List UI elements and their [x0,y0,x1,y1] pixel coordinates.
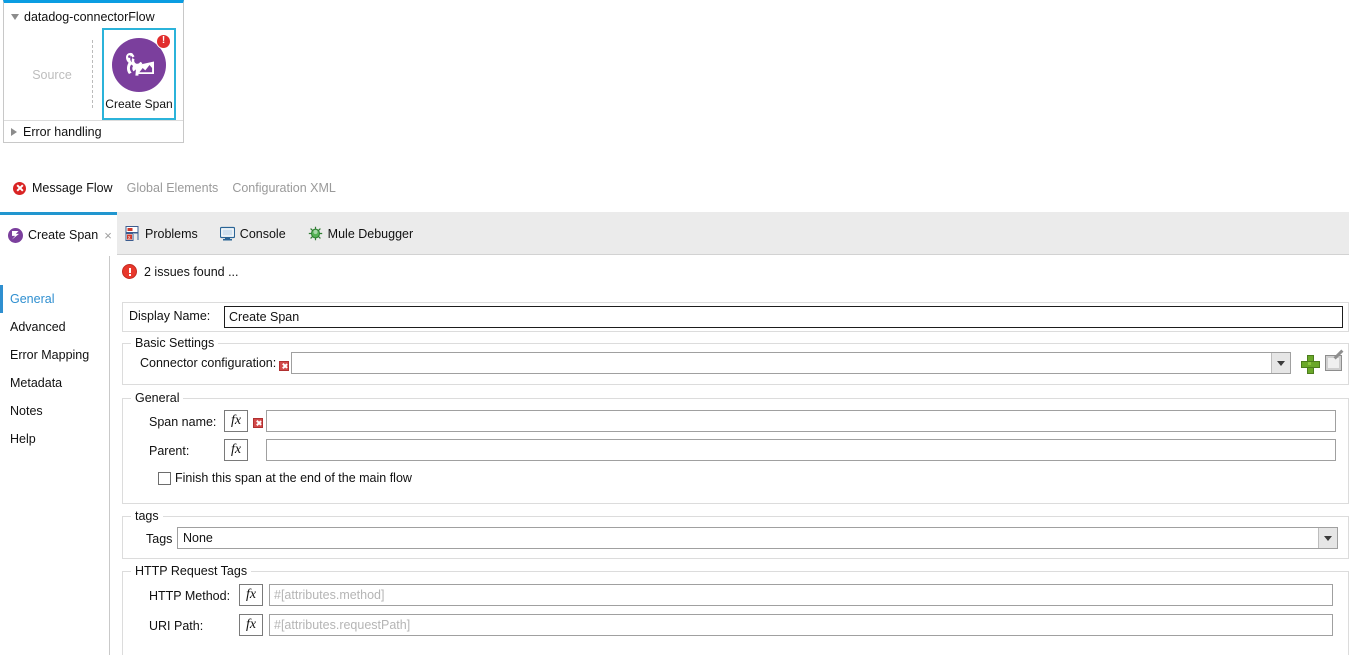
span-name-label: Span name: [149,415,217,429]
view-tab-bar: Create Span × x Problems Console Mule De… [0,212,1349,255]
error-x-icon [13,181,26,195]
mule-connector-icon [8,227,23,243]
chevron-right-icon[interactable] [11,127,17,136]
tab-console-label: Console [239,226,286,241]
source-placeholder[interactable]: Source [12,30,92,120]
basic-settings-legend: Basic Settings [131,336,219,350]
general-legend: General [131,391,184,405]
issues-banner[interactable]: 2 issues found ... [122,264,239,279]
tab-console[interactable]: Console [219,226,286,241]
flow-canvas: datadog-connectorFlow Source ! Create Sp… [0,0,1349,170]
display-name-group: Display Name: [122,302,1349,332]
tab-problems[interactable]: x Problems [125,226,198,241]
uri-path-fx-button[interactable]: fx [239,614,263,636]
general-group: General Span name: fx Parent: fx Finish … [122,391,1349,504]
display-name-input[interactable] [224,306,1343,328]
chevron-down-icon[interactable] [1271,353,1290,373]
connector-configuration-combo[interactable] [291,352,1291,374]
processor-label: Create Span [105,97,173,111]
tags-value: None [183,531,213,545]
flow-divider [92,40,93,108]
error-handling-label: Error handling [23,124,102,139]
tags-label: Tags [146,532,173,546]
span-name-error-icon [253,418,263,428]
close-icon[interactable]: × [104,229,112,242]
flow-header[interactable]: datadog-connectorFlow [4,6,183,28]
uri-path-input[interactable] [269,614,1333,636]
nav-item-error-mapping-label: Error Mapping [10,348,90,362]
properties-nav: General Advanced Error Mapping Metadata … [0,256,110,655]
tab-create-span[interactable]: Create Span × [0,212,117,255]
tags-legend: tags [131,509,163,523]
nav-item-advanced[interactable]: Advanced [0,313,109,341]
error-icon [122,264,137,279]
nav-item-help-label: Help [10,432,36,446]
processor-create-span[interactable]: ! Create Span [102,28,176,120]
tab-mule-debugger[interactable]: Mule Debugger [308,226,413,241]
http-request-tags-group: HTTP Request Tags HTTP Method: fx URI Pa… [122,564,1349,655]
nav-item-error-mapping[interactable]: Error Mapping [0,341,109,369]
chevron-down-icon[interactable] [11,14,19,20]
editor-tab-bar: Message Flow Global Elements Configurati… [0,176,1349,200]
tab-configuration-xml[interactable]: Configuration XML [225,177,343,199]
flow-container[interactable]: datadog-connectorFlow Source ! Create Sp… [3,0,184,143]
tab-create-span-label: Create Span [28,228,99,242]
tags-combo[interactable]: None [177,527,1338,549]
tags-group: tags Tags None [122,509,1349,559]
tab-global-elements[interactable]: Global Elements [120,177,226,199]
parent-label: Parent: [149,444,190,458]
http-method-label: HTTP Method: [149,589,231,603]
view-tabs-group: x Problems Console Mule Debugger [125,212,413,255]
span-name-input[interactable] [266,410,1336,432]
console-icon [219,226,235,241]
nav-item-metadata[interactable]: Metadata [0,369,109,397]
nav-item-help[interactable]: Help [0,425,109,453]
connector-configuration-error-icon [279,361,289,371]
finish-span-checkbox[interactable] [158,472,171,485]
nav-item-general[interactable]: General [0,285,109,313]
basic-settings-group: Basic Settings Connector configuration: [122,336,1349,385]
flow-body: Source ! Create Span [4,28,183,123]
http-request-tags-legend: HTTP Request Tags [131,564,252,578]
flow-name-label: datadog-connectorFlow [24,10,155,24]
nav-item-general-label: General [10,292,55,306]
span-name-fx-button[interactable]: fx [224,410,248,432]
error-handling-section[interactable]: Error handling [4,120,183,142]
nav-item-advanced-label: Advanced [10,320,66,334]
tab-message-flow-label: Message Flow [32,181,113,195]
issues-text: 2 issues found ... [144,264,239,279]
nav-item-metadata-label: Metadata [10,376,63,390]
parent-input[interactable] [266,439,1336,461]
add-config-button[interactable] [1301,355,1320,374]
problems-icon: x [125,226,140,241]
connector-configuration-label: Connector configuration: [140,356,277,370]
properties-panel: 2 issues found ... Display Name: Basic S… [111,256,1349,655]
processor-error-badge: ! [156,34,171,49]
http-method-fx-button[interactable]: fx [239,584,263,606]
parent-fx-button[interactable]: fx [224,439,248,461]
tab-configuration-xml-label: Configuration XML [232,181,336,195]
http-method-input[interactable] [269,584,1333,606]
tab-mule-debugger-label: Mule Debugger [327,226,414,241]
edit-config-button[interactable] [1325,355,1342,371]
uri-path-label: URI Path: [149,619,204,633]
source-placeholder-label: Source [32,68,72,82]
tab-global-elements-label: Global Elements [126,181,219,195]
tab-problems-label: Problems [145,226,198,241]
chevron-down-icon[interactable] [1318,528,1337,548]
nav-item-notes[interactable]: Notes [0,397,109,425]
nav-item-notes-label: Notes [10,404,43,418]
tab-message-flow[interactable]: Message Flow [6,177,120,199]
mule-debugger-icon [308,226,323,241]
display-name-label: Display Name: [129,309,211,323]
finish-span-label[interactable]: Finish this span at the end of the main … [175,471,412,485]
datadog-icon: ! [108,34,171,96]
